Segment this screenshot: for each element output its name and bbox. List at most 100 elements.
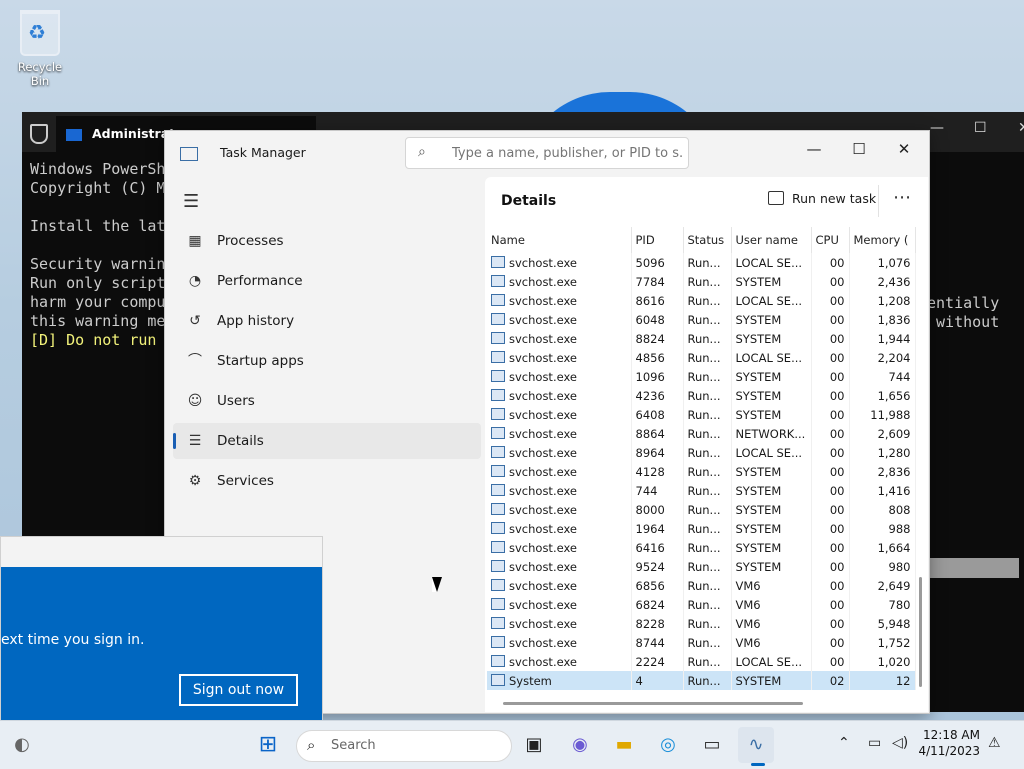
shield-icon: [30, 124, 48, 144]
table-row[interactable]: svchost.exe 6856 Run... VM6 00 2,649: [487, 576, 916, 595]
memory-cell: 1,076: [849, 253, 916, 272]
table-row[interactable]: svchost.exe 6824 Run... VM6 00 780: [487, 595, 916, 614]
show-hidden-icons-chevron[interactable]: ⌃: [838, 735, 850, 751]
process-icon: [491, 502, 505, 515]
process-name-cell: svchost.exe: [487, 538, 632, 557]
more-options-icon[interactable]: ⋯: [893, 187, 911, 208]
task-view-icon[interactable]: ▣: [516, 727, 552, 763]
minimize-icon[interactable]: —: [791, 135, 837, 163]
active-app-indicator: [751, 763, 765, 766]
process-name-cell: svchost.exe: [487, 329, 632, 348]
table-row[interactable]: svchost.exe 2224 Run... LOCAL SE... 00 1,020: [487, 652, 916, 671]
table-row[interactable]: svchost.exe 6048 Run... SYSTEM 00 1,836: [487, 310, 916, 329]
table-row[interactable]: svchost.exe 4856 Run... LOCAL SE... 00 2,204: [487, 348, 916, 367]
maximize-icon[interactable]: ☐: [974, 120, 987, 136]
user-cell: SYSTEM: [731, 310, 812, 329]
clock-date: 4/11/2023: [918, 744, 980, 758]
nav-item-performance[interactable]: ◔ Performance: [173, 263, 481, 299]
table-row[interactable]: svchost.exe 6416 Run... SYSTEM 00 1,664: [487, 538, 916, 557]
user-cell: SYSTEM: [731, 405, 812, 424]
table-row[interactable]: svchost.exe 4128 Run... SYSTEM 00 2,836: [487, 462, 916, 481]
notification-icon[interactable]: ⚠: [988, 735, 1001, 751]
widgets-icon[interactable]: ◐: [4, 727, 40, 763]
recycle-bin-shortcut[interactable]: ♻ Recycle Bin: [8, 10, 72, 88]
close-icon[interactable]: ✕: [881, 135, 927, 163]
task-manager-taskbar-icon[interactable]: ∿: [738, 727, 774, 763]
vertical-scrollbar[interactable]: [919, 577, 922, 687]
process-name-cell: svchost.exe: [487, 633, 632, 652]
processes-icon: ▦: [188, 233, 202, 249]
status-cell: Run...: [683, 576, 732, 595]
memory-cell: 1,208: [849, 291, 916, 310]
process-icon: [491, 559, 505, 572]
chat-icon[interactable]: ◉: [562, 727, 598, 763]
close-icon[interactable]: ✕: [1018, 120, 1024, 136]
nav-item-app-history[interactable]: ↺ App history: [173, 303, 481, 339]
nav-item-users[interactable]: ☺ Users: [173, 383, 481, 419]
nav-item-processes[interactable]: ▦ Processes: [173, 223, 481, 259]
table-row[interactable]: svchost.exe 8824 Run... SYSTEM 00 1,944: [487, 329, 916, 348]
process-name-cell: svchost.exe: [487, 424, 632, 443]
column-header-status[interactable]: Status: [683, 227, 732, 253]
horizontal-scrollbar[interactable]: [503, 702, 803, 705]
process-search-input[interactable]: [450, 142, 684, 164]
cpu-cell: 00: [811, 595, 850, 614]
file-explorer-icon[interactable]: ▬: [606, 727, 642, 763]
user-cell: LOCAL SE...: [731, 443, 812, 462]
terminal-output-right: entially without: [927, 294, 1000, 331]
notification-header: [1, 537, 322, 567]
recycle-bin-icon: ♻: [20, 10, 60, 56]
process-name-cell: svchost.exe: [487, 595, 632, 614]
table-row[interactable]: svchost.exe 8864 Run... NETWORK... 00 2,609: [487, 424, 916, 443]
terminal-icon[interactable]: ▭: [694, 727, 730, 763]
clock[interactable]: 12:18 AM 4/11/2023: [916, 727, 980, 759]
network-icon[interactable]: ▭: [868, 735, 881, 751]
table-row[interactable]: svchost.exe 9524 Run... SYSTEM 00 980: [487, 557, 916, 576]
table-row[interactable]: System 4 Run... SYSTEM 02 12: [487, 671, 916, 690]
process-search-box[interactable]: ⌕: [405, 137, 689, 169]
status-cell: Run...: [683, 633, 732, 652]
column-header-name[interactable]: Name ^: [487, 227, 632, 253]
nav-item-startup-apps[interactable]: ⌒ Startup apps: [173, 343, 481, 379]
process-icon: [491, 255, 505, 268]
user-cell: VM6: [731, 614, 812, 633]
task-manager-title: Task Manager: [220, 145, 306, 160]
table-row[interactable]: svchost.exe 8744 Run... VM6 00 1,752: [487, 633, 916, 652]
column-header-memory[interactable]: Memory (: [849, 227, 916, 253]
edge-browser-icon[interactable]: ◎: [650, 727, 686, 763]
memory-cell: 808: [849, 500, 916, 519]
hamburger-menu-icon[interactable]: ☰: [183, 191, 199, 212]
status-cell: Run...: [683, 386, 732, 405]
cpu-cell: 00: [811, 405, 850, 424]
table-row[interactable]: svchost.exe 8228 Run... VM6 00 5,948: [487, 614, 916, 633]
table-row[interactable]: svchost.exe 5096 Run... LOCAL SE... 00 1,076: [487, 253, 916, 272]
sign-out-now-button[interactable]: Sign out now: [179, 674, 298, 706]
table-row[interactable]: svchost.exe 8000 Run... SYSTEM 00 808: [487, 500, 916, 519]
column-header-pid[interactable]: PID: [631, 227, 684, 253]
column-header-user[interactable]: User name: [731, 227, 812, 253]
pid-cell: 4128: [631, 462, 684, 481]
status-cell: Run...: [683, 443, 732, 462]
status-cell: Run...: [683, 671, 732, 690]
column-header-cpu[interactable]: CPU: [811, 227, 850, 253]
process-name-cell: svchost.exe: [487, 253, 632, 272]
nav-item-services[interactable]: ⚙ Services: [173, 463, 481, 499]
run-new-task-button[interactable]: Run new task: [768, 191, 876, 206]
maximize-icon[interactable]: ☐: [836, 135, 882, 163]
table-row[interactable]: svchost.exe 7784 Run... SYSTEM 00 2,436: [487, 272, 916, 291]
start-button[interactable]: ⊞: [250, 727, 286, 763]
status-cell: Run...: [683, 652, 732, 671]
task-manager-titlebar[interactable]: Task Manager ⌕ — ☐ ✕: [165, 131, 929, 177]
table-row[interactable]: svchost.exe 1964 Run... SYSTEM 00 988: [487, 519, 916, 538]
minimize-icon[interactable]: —: [930, 120, 944, 136]
table-row[interactable]: svchost.exe 4236 Run... SYSTEM 00 1,656: [487, 386, 916, 405]
cpu-cell: 00: [811, 538, 850, 557]
volume-icon[interactable]: ◁): [892, 735, 908, 751]
table-row[interactable]: svchost.exe 744 Run... SYSTEM 00 1,416: [487, 481, 916, 500]
table-row[interactable]: svchost.exe 8964 Run... LOCAL SE... 00 1,280: [487, 443, 916, 462]
table-row[interactable]: svchost.exe 8616 Run... LOCAL SE... 00 1,208: [487, 291, 916, 310]
nav-item-details[interactable]: ☰ Details: [173, 423, 481, 459]
table-row[interactable]: svchost.exe 6408 Run... SYSTEM 00 11,988: [487, 405, 916, 424]
table-row[interactable]: svchost.exe 1096 Run... SYSTEM 00 744: [487, 367, 916, 386]
taskbar-search[interactable]: ⌕ Search: [296, 730, 512, 762]
